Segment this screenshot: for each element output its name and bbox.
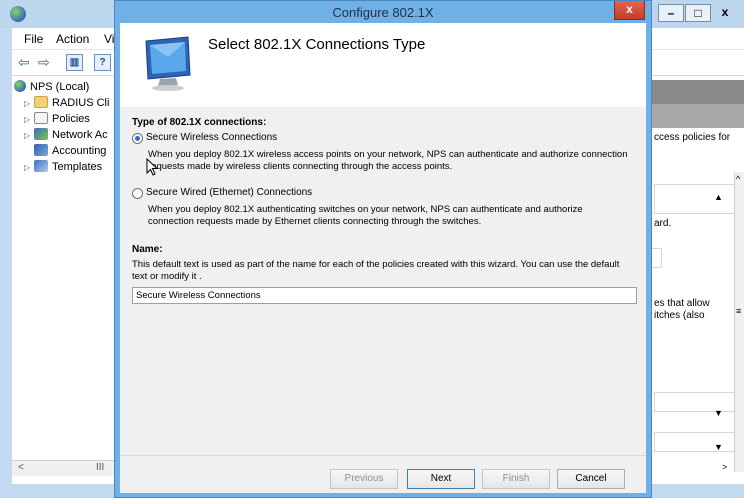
scroll-right-icon[interactable]: >	[722, 462, 727, 472]
option-label: Secure Wired (Ethernet) Connections	[146, 187, 313, 198]
console-tree: NPS (Local) ▷ RADIUS Cli ▷ Policies ▷ Netwo…	[12, 76, 116, 484]
tree-item-accounting[interactable]: Accounting	[34, 144, 106, 160]
details-collapsed-section	[654, 392, 736, 412]
details-header-bar-secondary	[646, 104, 744, 128]
dialog-title: Configure 802.1X	[332, 5, 434, 20]
tree-item-label: Policies	[52, 113, 90, 125]
finish-button[interactable]: Finish	[482, 469, 550, 489]
mouse-pointer-icon	[146, 158, 158, 176]
show-hide-tree-icon[interactable]: ▥	[66, 54, 83, 71]
nps-server-icon	[14, 80, 26, 92]
collapse-up-icon[interactable]: ▲	[714, 192, 723, 202]
radio-secure-wireless[interactable]	[132, 133, 143, 144]
tree-item-label: Templates	[52, 161, 103, 173]
menu-view[interactable]: Vi	[104, 32, 114, 46]
templates-icon	[34, 160, 48, 172]
menu-file[interactable]: File	[24, 32, 43, 46]
name-help-text: This default text is used as part of the…	[132, 259, 620, 282]
option-description: When you deploy 802.1X wireless access p…	[148, 149, 628, 172]
wizard-heading: Select 802.1X Connections Type	[208, 36, 426, 53]
details-collapsed-section	[654, 432, 736, 452]
radio-secure-wired[interactable]	[132, 188, 143, 199]
tree-item-label: RADIUS Cli	[52, 97, 110, 109]
details-header-bar	[646, 80, 744, 104]
details-text: ccess policies for	[654, 132, 731, 143]
wizard-header: Select 802.1X Connections Type	[120, 23, 646, 107]
nps-app-icon	[10, 6, 26, 22]
tree-horizontal-scrollbar[interactable]: < III	[12, 460, 116, 476]
screen: – □ x File Action Vi ⇦ ⇨ ▥ ? NPS (Local)…	[0, 0, 744, 498]
tree-item-nps-local[interactable]: NPS (Local)	[14, 80, 89, 96]
forward-arrow-icon[interactable]: ⇨	[38, 54, 50, 71]
tree-item-network-access[interactable]: ▷ Network Ac	[24, 128, 108, 144]
tree-item-templates[interactable]: ▷ Templates	[24, 160, 102, 176]
expand-arrow-icon[interactable]: ▷	[24, 99, 34, 108]
tree-item-label: Accounting	[52, 145, 107, 157]
tree-item-radius-clients[interactable]: ▷ RADIUS Cli	[24, 96, 109, 112]
name-label: Name:	[132, 244, 163, 255]
expand-arrow-icon[interactable]: ▷	[24, 163, 34, 172]
folder-icon	[34, 96, 48, 108]
minimize-button[interactable]: –	[658, 4, 684, 22]
footer-divider	[120, 455, 646, 456]
expand-down-icon[interactable]: ▼	[714, 442, 723, 452]
scroll-up-icon[interactable]: ^	[736, 174, 740, 184]
connection-type-label: Type of 802.1X connections:	[132, 117, 267, 128]
expand-arrow-icon[interactable]: ▷	[24, 131, 34, 140]
expand-arrow-icon[interactable]: ▷	[24, 115, 34, 124]
console-close-button[interactable]: x	[712, 4, 738, 22]
details-pane: ccess policies for ▲ ard. es that allow …	[646, 76, 744, 484]
computer-monitor-icon	[145, 36, 191, 91]
details-section-panel	[654, 184, 736, 214]
policy-name-input[interactable]	[132, 287, 637, 304]
dialog-close-button[interactable]: x	[614, 1, 645, 20]
tree-item-policies[interactable]: ▷ Policies	[24, 112, 90, 128]
details-text: itches (also	[654, 310, 705, 321]
network-access-icon	[34, 128, 48, 140]
details-text: es that allow	[654, 298, 710, 309]
dialog-body: Select 802.1X Connections Type Type of 8…	[120, 23, 646, 493]
wizard-content: Type of 802.1X connections: Secure Wirel…	[120, 107, 646, 455]
maximize-button[interactable]: □	[685, 4, 711, 22]
option-label: Secure Wireless Connections	[146, 132, 278, 143]
help-icon[interactable]: ?	[94, 54, 111, 71]
cancel-button[interactable]: Cancel	[557, 469, 625, 489]
tree-item-label: NPS (Local)	[30, 81, 90, 93]
option-description: When you deploy 802.1X authenticating sw…	[148, 204, 583, 227]
expand-down-icon[interactable]: ▼	[714, 408, 723, 418]
scroll-thumb-grip[interactable]: III	[96, 462, 104, 473]
policies-icon	[34, 112, 48, 124]
scroll-grip-icon[interactable]: ≡	[736, 306, 741, 316]
accounting-icon	[34, 144, 48, 156]
menu-action[interactable]: Action	[56, 32, 89, 46]
previous-button[interactable]: Previous	[330, 469, 398, 489]
tree-item-label: Network Ac	[52, 129, 108, 141]
next-button[interactable]: Next	[407, 469, 475, 489]
configure-8021x-dialog: Configure 802.1X x Select 802.1X Connect…	[114, 0, 652, 498]
details-vertical-scrollbar[interactable]: ^ ≡	[734, 172, 744, 472]
details-text: ard.	[654, 218, 672, 229]
scroll-left-icon[interactable]: <	[18, 462, 24, 473]
back-arrow-icon[interactable]: ⇦	[18, 54, 30, 71]
